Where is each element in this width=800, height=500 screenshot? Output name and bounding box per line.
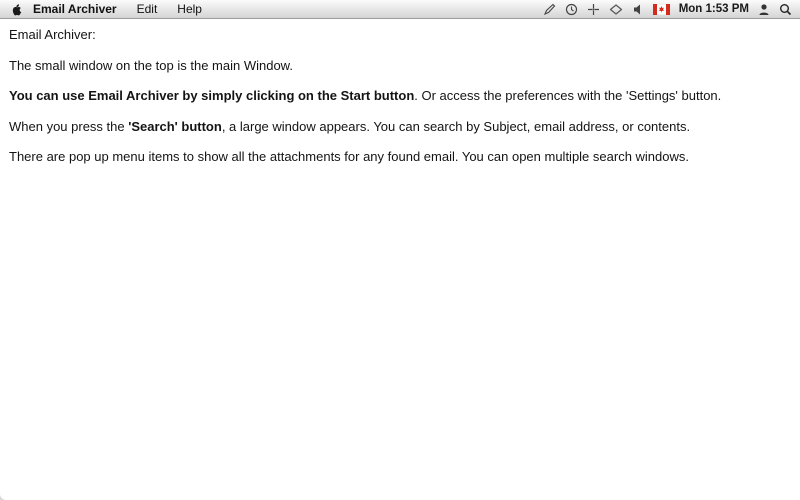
canada-flag-icon[interactable]	[653, 4, 670, 15]
menu-help[interactable]: Help	[167, 2, 212, 16]
paragraph: There are pop up menu items to show all …	[9, 149, 791, 165]
quicklook-window: ✕ + Email Archiver.rtf Open with TextEdi…	[0, 0, 224, 345]
menu-app[interactable]: Email Archiver	[31, 2, 127, 16]
document-text: Email Archiver: The small window on the t…	[0, 18, 800, 500]
paragraph: You can use Email Archiver by simply cli…	[9, 88, 791, 104]
time-machine-icon[interactable]	[565, 3, 578, 16]
paragraph: Email Archiver:	[9, 27, 791, 43]
paragraph: The small window on the top is the main …	[9, 58, 791, 74]
paragraph: When you press the 'Search' button, a la…	[9, 119, 791, 135]
menubar-clock[interactable]: Mon 1:53 PM	[679, 3, 749, 15]
volume-icon[interactable]	[632, 3, 644, 16]
apple-menu-icon[interactable]	[0, 3, 31, 16]
menu-bar: Email Archiver Edit Help Mon 1:53 PM	[0, 0, 800, 19]
diamond-icon[interactable]	[609, 3, 623, 16]
pencil-icon[interactable]	[543, 3, 556, 16]
menu-edit[interactable]: Edit	[127, 2, 168, 16]
spotlight-icon[interactable]	[779, 3, 792, 16]
crosshair-icon[interactable]	[587, 3, 600, 16]
user-icon[interactable]	[758, 3, 770, 16]
